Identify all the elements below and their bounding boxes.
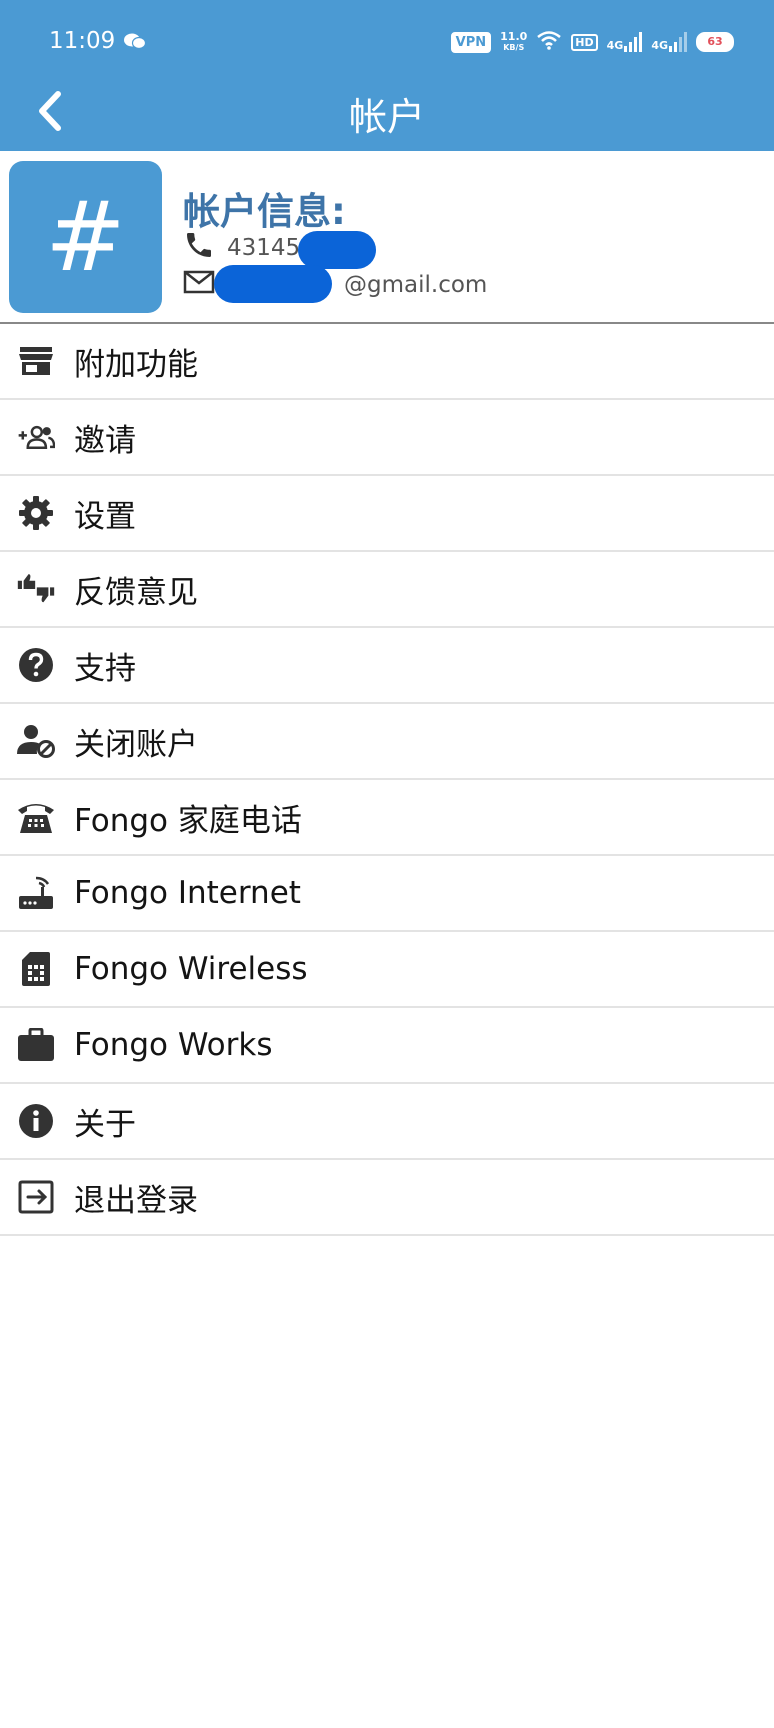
network-speed-value: 11.0	[500, 30, 528, 43]
menu-item-logout[interactable]: 退出登录	[0, 1160, 774, 1236]
app-bar: 11:09 VPN 11.0 KB/S HD 4G 4G 63 帐户	[0, 0, 774, 151]
menu-item-addons[interactable]: 附加功能	[0, 324, 774, 400]
avatar[interactable]: #	[9, 161, 162, 313]
network-speed-unit: KB/S	[503, 43, 525, 52]
menu-item-label: 邀请	[74, 422, 136, 459]
battery-indicator: 63	[696, 32, 734, 52]
menu-item-fongo-home-phone[interactable]: Fongo 家庭电话	[0, 780, 774, 856]
menu-item-fongo-wireless[interactable]: Fongo Wireless	[0, 932, 774, 1008]
menu-item-label: 附加功能	[74, 346, 198, 383]
network-speed: 11.0 KB/S	[500, 31, 527, 53]
phone-number: 43145	[227, 235, 301, 261]
phone-icon	[183, 229, 215, 267]
account-info-card: # 帐户信息: 43145 @gmail.com	[0, 151, 774, 324]
thumbs-feedback-icon	[17, 570, 55, 608]
menu-item-label: 退出登录	[74, 1182, 198, 1219]
menu-item-label: 关于	[74, 1106, 136, 1143]
logout-icon	[17, 1178, 55, 1216]
mail-icon	[183, 269, 215, 301]
phone-row: 43145	[183, 229, 300, 267]
menu-item-label: Fongo Internet	[74, 875, 301, 911]
hd-badge: HD	[571, 33, 598, 51]
store-icon	[17, 342, 55, 380]
menu-item-fongo-works[interactable]: Fongo Works	[0, 1008, 774, 1084]
account-info-title: 帐户信息:	[183, 190, 346, 233]
redaction-scribble	[214, 265, 332, 303]
menu-item-close-account[interactable]: 关闭账户	[0, 704, 774, 780]
menu-item-label: 反馈意见	[74, 574, 198, 611]
menu-item-label: Fongo 家庭电话	[74, 802, 302, 839]
menu-item-invite[interactable]: 邀请	[0, 400, 774, 476]
vpn-badge: VPN	[450, 31, 492, 53]
menu-item-about[interactable]: 关于	[0, 1084, 774, 1160]
redaction-scribble	[298, 231, 376, 269]
email-address: @gmail.com	[344, 272, 488, 298]
menu-item-label: Fongo Works	[74, 1027, 273, 1063]
signal-bars-icon	[624, 32, 643, 52]
desk-phone-icon	[17, 798, 55, 836]
menu-item-fongo-internet[interactable]: Fongo Internet	[0, 856, 774, 932]
signal-1-type: 4G	[606, 39, 624, 52]
sim-card-icon	[17, 950, 55, 988]
signal-bars-icon	[669, 32, 687, 52]
router-icon	[17, 874, 55, 912]
wechat-icon	[124, 32, 147, 54]
briefcase-icon	[17, 1026, 55, 1064]
gear-icon	[17, 494, 55, 532]
menu-item-label: Fongo Wireless	[74, 951, 308, 987]
account-menu: 附加功能 邀请 设置 反馈意见 支持 关闭账户 Fongo 家庭电话 Fongo…	[0, 324, 774, 1236]
signal-1: 4G	[607, 32, 643, 52]
menu-item-settings[interactable]: 设置	[0, 476, 774, 552]
status-icons: VPN 11.0 KB/S HD 4G 4G 63	[450, 30, 734, 54]
user-block-icon	[17, 722, 55, 760]
help-icon	[17, 646, 55, 684]
info-icon	[17, 1102, 55, 1140]
menu-item-label: 支持	[74, 650, 136, 687]
menu-item-feedback[interactable]: 反馈意见	[0, 552, 774, 628]
menu-item-label: 关闭账户	[74, 726, 198, 763]
status-time: 11:09	[49, 28, 116, 54]
add-people-icon	[17, 418, 55, 456]
menu-item-label: 设置	[74, 498, 136, 535]
page-title: 帐户	[348, 95, 425, 139]
signal-2: 4G	[651, 32, 687, 52]
signal-2-type: 4G	[651, 39, 668, 52]
menu-item-support[interactable]: 支持	[0, 628, 774, 704]
wifi-icon	[536, 30, 562, 54]
